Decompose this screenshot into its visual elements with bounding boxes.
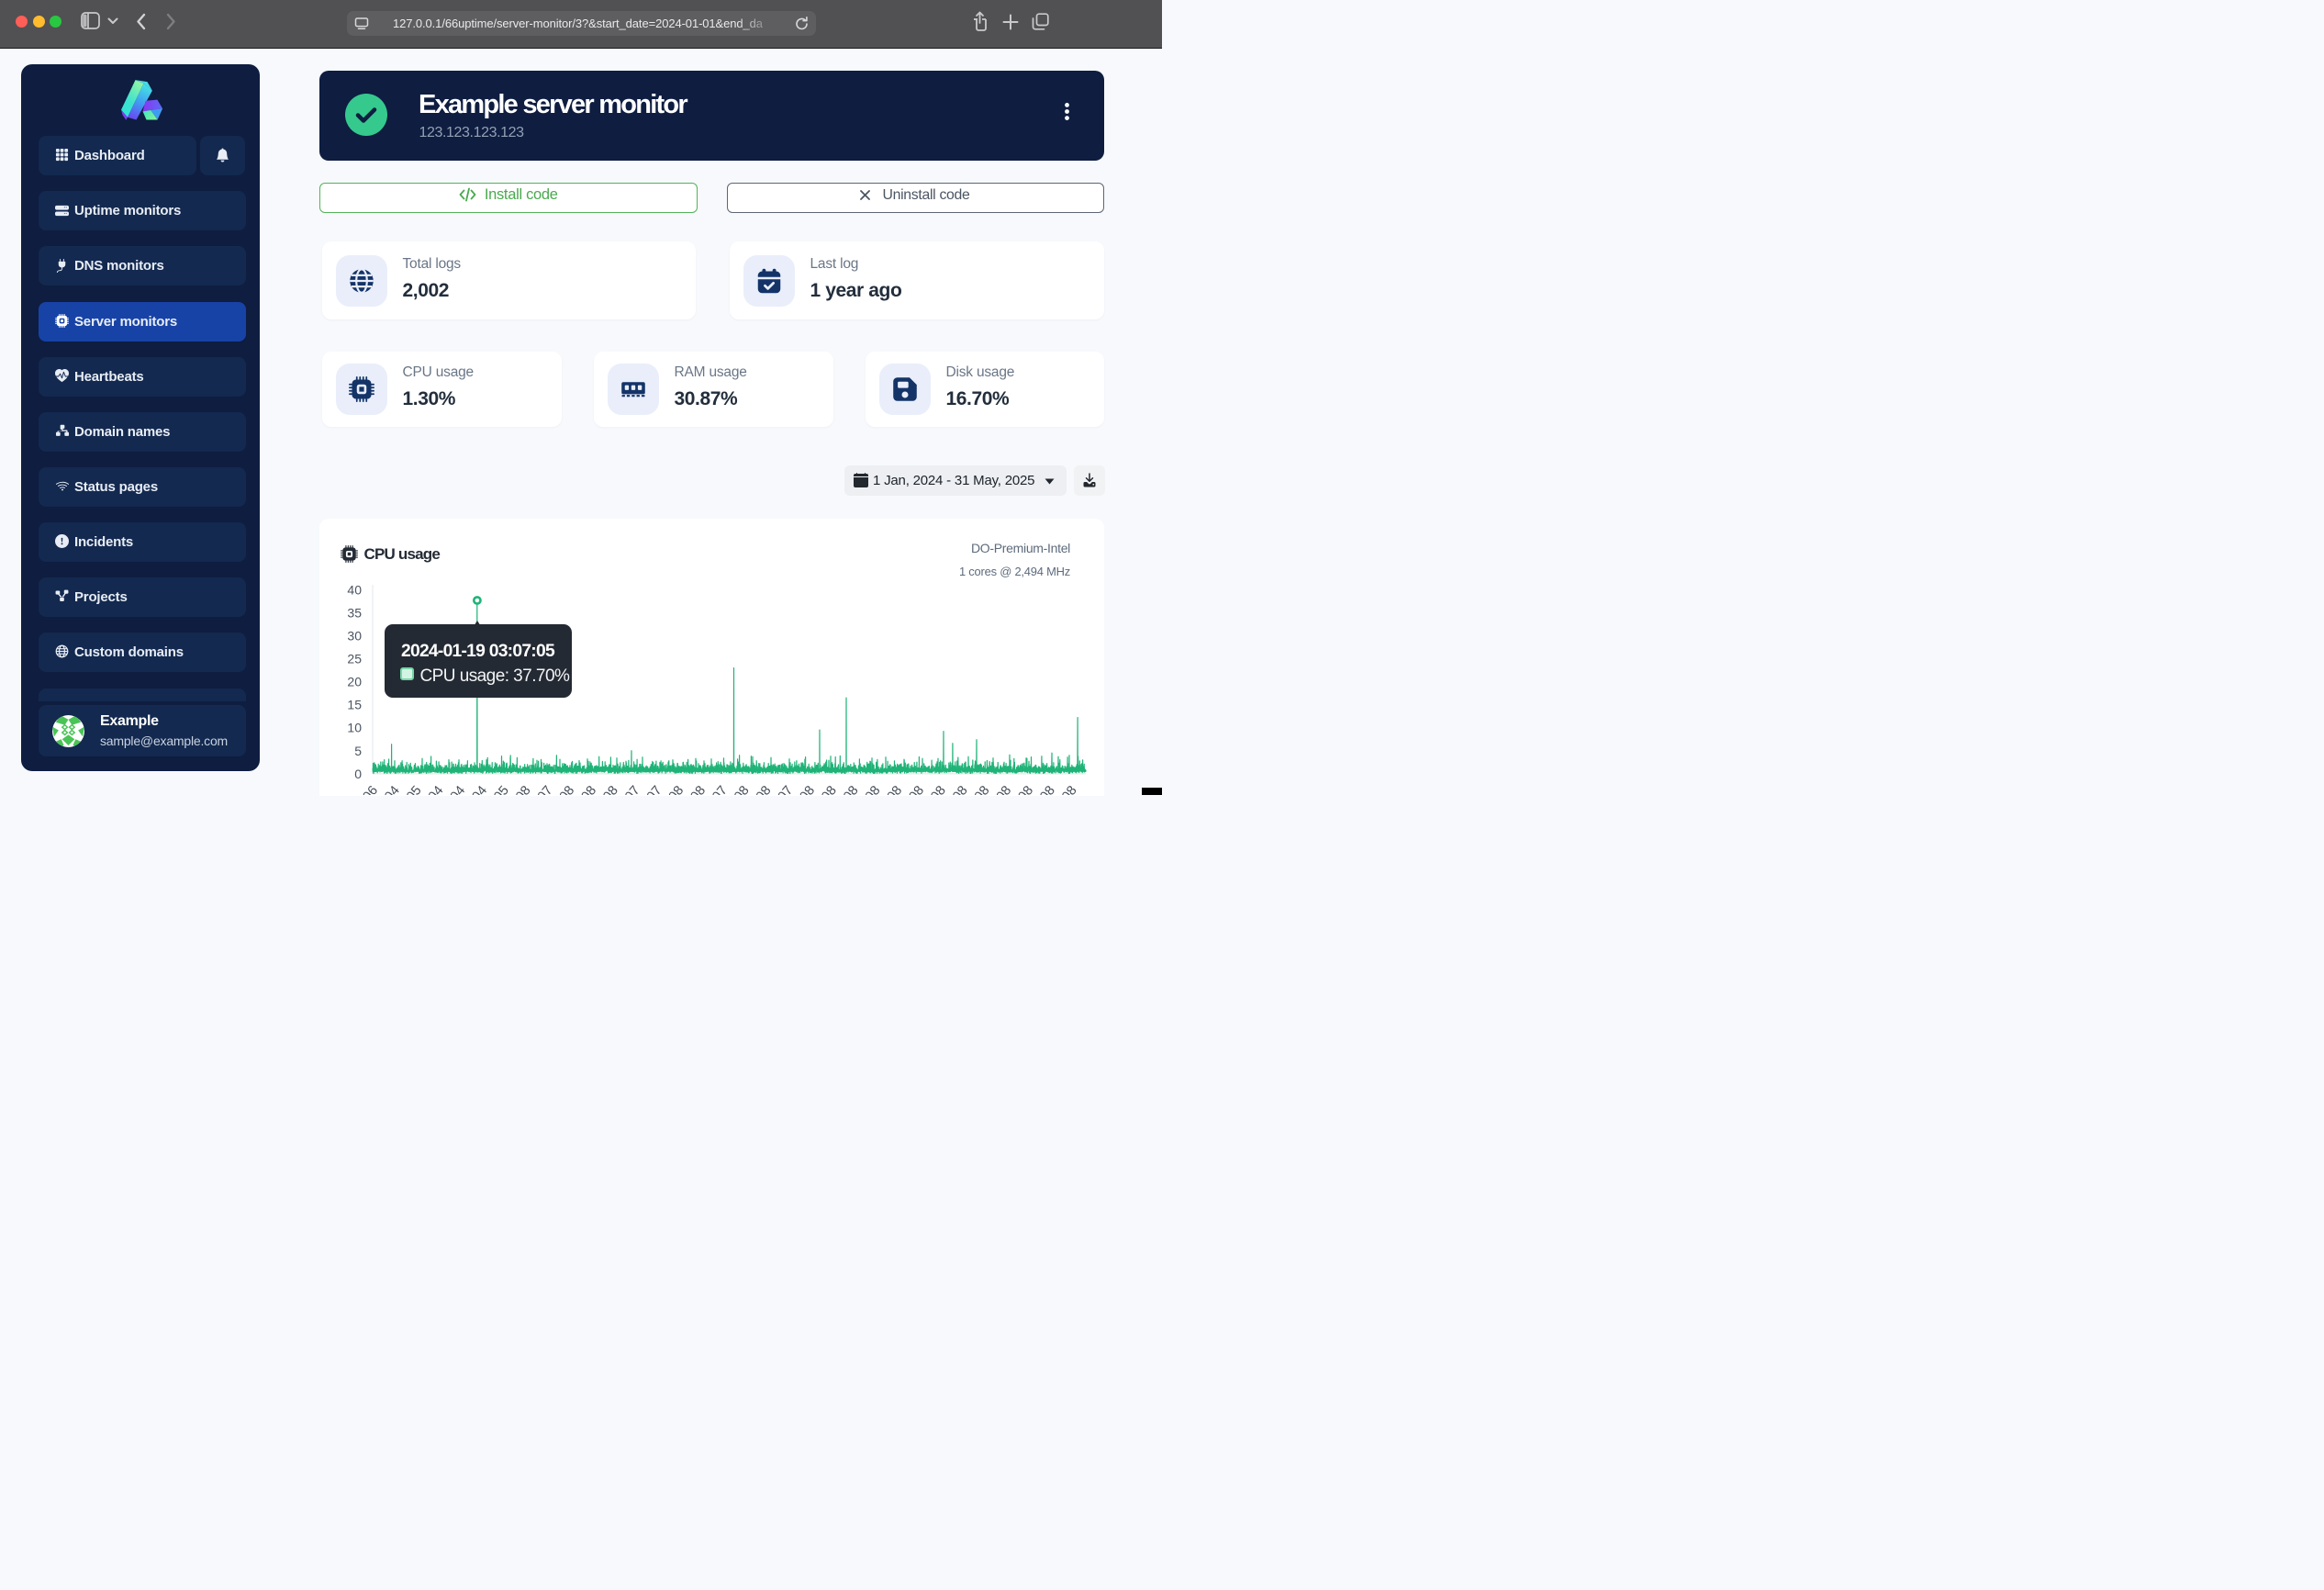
svg-text:30: 30: [347, 629, 362, 644]
svg-text:15: 15: [347, 698, 362, 712]
svg-text:2024-06-06: 2024-06-06: [326, 783, 381, 795]
svg-text:20: 20: [347, 675, 362, 689]
svg-text:25: 25: [347, 652, 362, 666]
svg-text:10: 10: [347, 721, 362, 735]
svg-text:0: 0: [354, 767, 362, 781]
svg-text:35: 35: [347, 606, 362, 621]
svg-text:40: 40: [347, 582, 362, 597]
svg-text:5: 5: [354, 744, 362, 758]
